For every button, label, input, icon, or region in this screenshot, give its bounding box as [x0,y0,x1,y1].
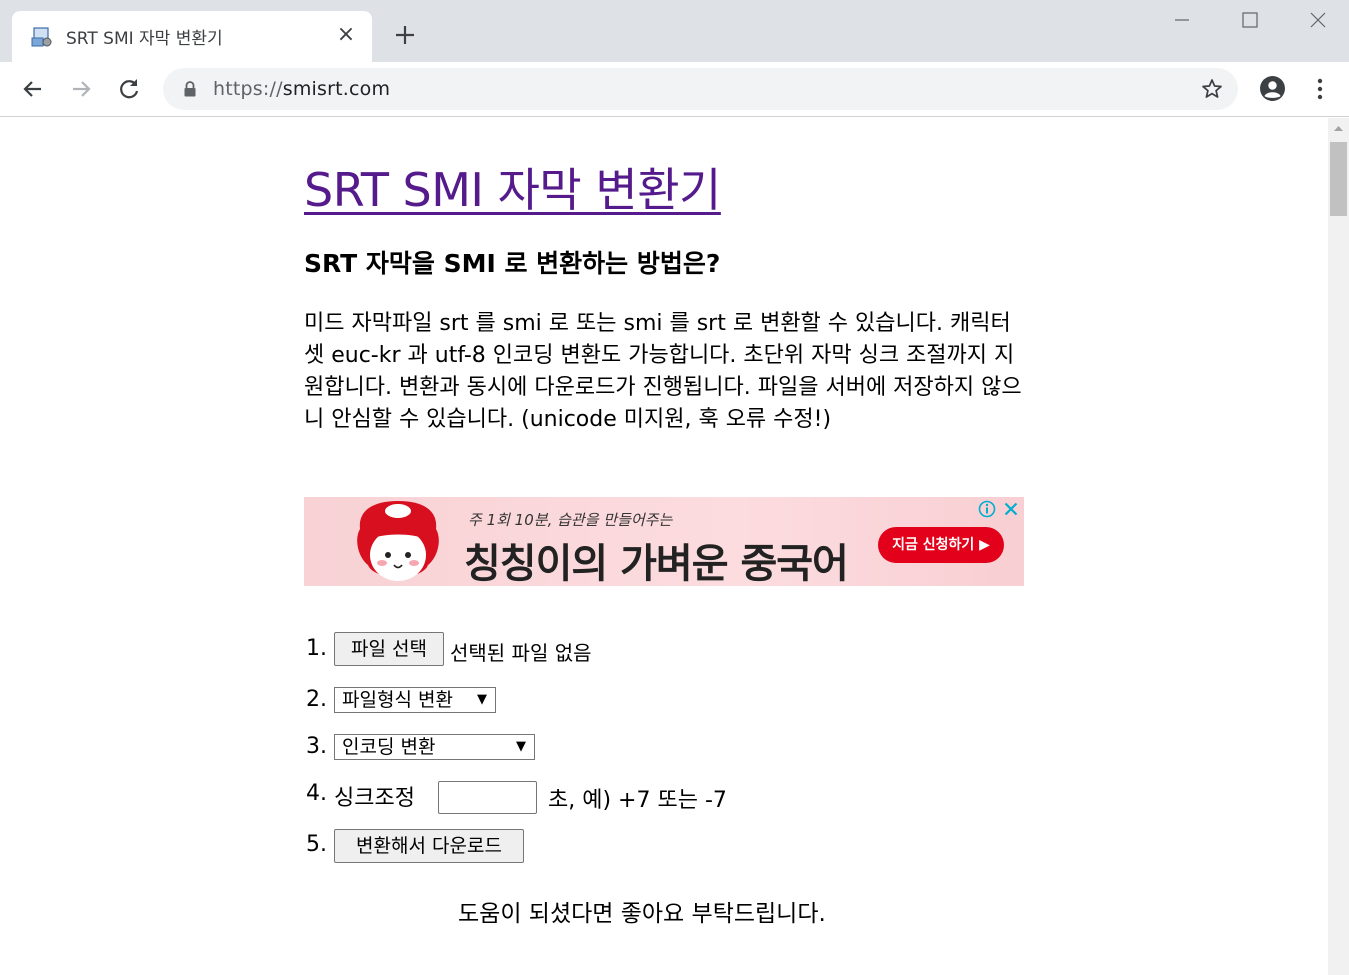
page-title-link[interactable]: SRT SMI 자막 변환기 [304,154,721,220]
format-select-value: 파일형식 변환 [342,689,453,711]
browser-toolbar: https://smisrt.com [0,62,1349,117]
step-number: 2. [306,687,327,712]
forward-arrow-icon[interactable] [68,76,94,102]
step-sync-adjust: 4. 싱크조정 초, 예) +7 또는 -7 [304,775,1024,815]
like-request-text: 도움이 되셨다면 좋아요 부탁드립니다. [458,901,826,927]
kebab-menu-icon[interactable] [1312,76,1328,102]
active-tab[interactable]: SRT SMI 자막 변환기 × [12,11,372,62]
sync-hint: 초, 예) +7 또는 -7 [548,788,727,813]
bookmark-star-icon[interactable] [1200,77,1224,101]
file-select-button[interactable]: 파일 선택 [334,632,444,666]
step-number: 5. [306,832,327,857]
step-number: 4. [306,781,327,806]
page-subtitle: SRT 자막을 SMI 로 변환하는 방법은? [304,249,721,278]
dropdown-arrow-icon: ▼ [477,692,487,707]
step-number: 3. [306,734,327,759]
new-tab-plus-icon[interactable] [392,22,418,48]
ad-close-icon[interactable] [1002,500,1020,518]
ad-tagline: 주 1회 10분, 습관을 만들어주는 [468,511,673,529]
step-number: 1. [306,636,327,661]
url-text[interactable]: https://smisrt.com [213,78,390,100]
page-scrollbar[interactable] [1328,118,1349,975]
sync-label: 싱크조정 [334,786,415,811]
profile-avatar-icon[interactable] [1259,75,1286,102]
tab-strip: SRT SMI 자막 변환기 × [0,0,1349,62]
step-encoding-convert: 3. 인코딩 변환 ▼ [304,728,1024,764]
maximize-icon[interactable] [1238,8,1262,32]
encoding-select-value: 인코딩 변환 [342,736,436,758]
format-select[interactable]: 파일형식 변환 ▼ [334,687,496,713]
lock-icon[interactable] [183,81,197,97]
page-description: 미드 자막파일 srt 를 smi 로 또는 smi 를 srt 로 변환할 수… [304,311,1022,432]
tab-title: SRT SMI 자막 변환기 [66,29,223,49]
step-file-select: 1. 파일 선택 선택된 파일 없음 [304,630,1024,666]
step-format-convert: 2. 파일형식 변환 ▼ [304,681,1024,717]
step-download: 5. 변환해서 다운로드 [304,826,1024,863]
address-bar[interactable]: https://smisrt.com [163,68,1238,110]
scroll-thumb[interactable] [1330,142,1347,216]
dropdown-arrow-icon: ▼ [516,739,526,754]
minimize-icon[interactable] [1170,8,1194,32]
file-status-text: 선택된 파일 없음 [450,641,592,665]
back-arrow-icon[interactable] [20,76,46,102]
sync-seconds-input[interactable] [438,781,537,814]
ad-mascot-illustration-icon [357,501,439,581]
ad-headline: 칭칭이의 가벼운 중국어 [464,541,849,586]
page-favicon-icon [31,27,52,47]
ad-cta-button[interactable]: 지금 신청하기 ▶ [878,527,1004,563]
convert-download-button[interactable]: 변환해서 다운로드 [334,829,524,863]
scroll-up-arrow-icon[interactable] [1328,118,1349,140]
ad-info-icon[interactable] [978,500,996,518]
window-close-icon[interactable] [1306,8,1330,32]
reload-icon[interactable] [116,76,142,102]
tab-close-icon[interactable]: × [334,23,358,47]
encoding-select[interactable]: 인코딩 변환 ▼ [334,734,535,760]
ad-banner[interactable]: 주 1회 10분, 습관을 만들어주는 칭칭이의 가벼운 중국어 지금 신청하기… [304,497,1024,586]
